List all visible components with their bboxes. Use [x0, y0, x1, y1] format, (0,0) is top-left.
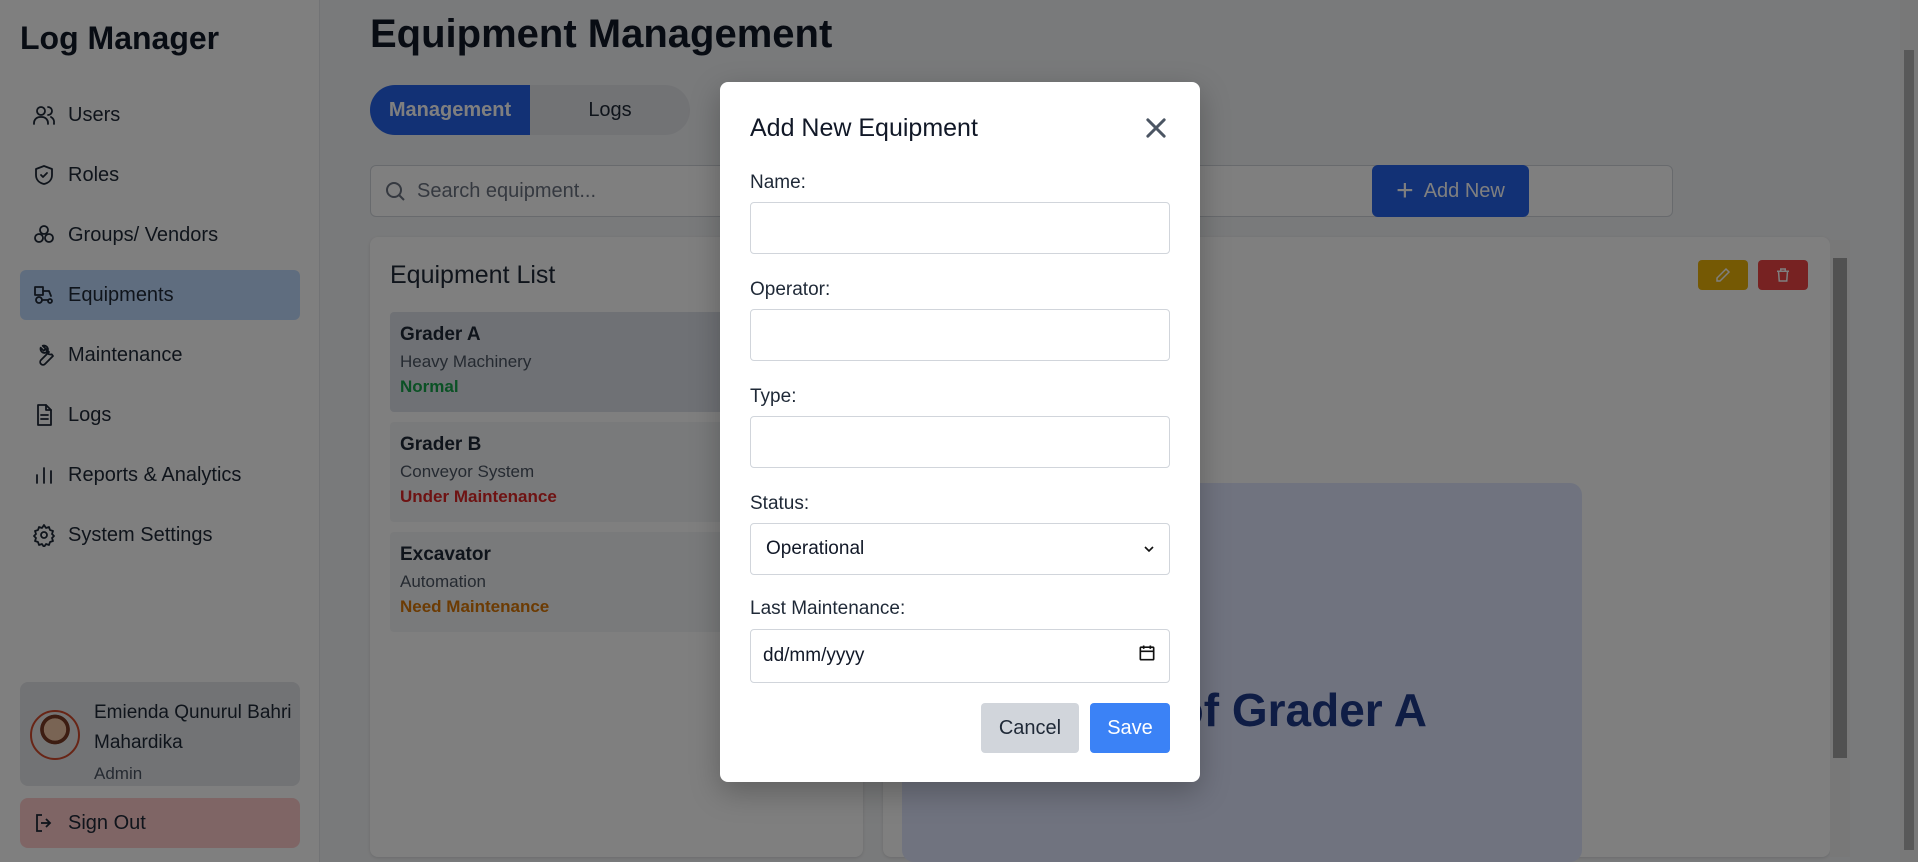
name-label: Name:: [750, 172, 806, 193]
save-button[interactable]: Save: [1090, 703, 1170, 753]
last-maintenance-label: Last Maintenance:: [750, 598, 906, 619]
type-label: Type:: [750, 386, 797, 407]
close-icon: [1146, 118, 1166, 138]
calendar-icon[interactable]: [1137, 643, 1157, 669]
status-select[interactable]: Operational: [750, 523, 1170, 575]
status-selected-value: Operational: [766, 538, 865, 559]
operator-label: Operator:: [750, 279, 831, 300]
chevron-down-icon: [1144, 546, 1154, 553]
cancel-button[interactable]: Cancel: [981, 703, 1079, 753]
operator-field[interactable]: [750, 309, 1170, 361]
name-field[interactable]: [750, 202, 1170, 254]
status-label: Status:: [750, 493, 810, 514]
date-placeholder: dd/mm/yyyy: [763, 645, 865, 666]
modal-title: Add New Equipment: [750, 114, 978, 142]
add-equipment-modal: Add New Equipment Name: Operator: Type: …: [720, 82, 1200, 782]
type-field[interactable]: [750, 416, 1170, 468]
last-maintenance-date-field[interactable]: dd/mm/yyyy: [750, 629, 1170, 683]
close-button[interactable]: [1142, 114, 1170, 142]
